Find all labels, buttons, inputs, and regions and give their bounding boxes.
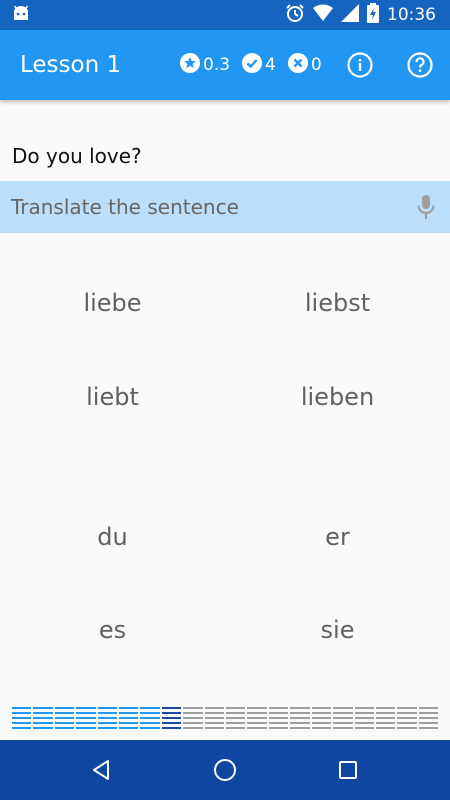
- correct-stat: 4: [242, 52, 276, 78]
- progress-segment: [97, 707, 118, 729]
- page-title: Lesson 1: [20, 52, 122, 78]
- progress-segment: [311, 707, 332, 729]
- alarm-icon: [285, 3, 305, 28]
- answer-bar: [0, 181, 450, 233]
- progress-segment: [33, 707, 53, 729]
- microphone-icon[interactable]: [416, 194, 436, 220]
- progress-segment: [354, 707, 374, 729]
- system-nav-bar: [0, 740, 450, 800]
- progress-segment: [183, 707, 203, 729]
- status-time: 10:36: [387, 5, 436, 25]
- progress-segment: [204, 707, 225, 729]
- word-choice[interactable]: du: [0, 521, 225, 553]
- answer-input[interactable]: [11, 195, 391, 219]
- progress-segment: [418, 707, 439, 729]
- progress-segment: [375, 707, 396, 729]
- home-icon[interactable]: [205, 750, 245, 790]
- lesson-progress: [12, 707, 439, 731]
- progress-segment: [247, 707, 267, 729]
- lesson-stats: 0.3 4 0: [180, 30, 334, 100]
- recents-icon[interactable]: [328, 750, 368, 790]
- progress-segment: [54, 707, 75, 729]
- progress-segment: [290, 707, 310, 729]
- word-choice[interactable]: lieben: [225, 381, 450, 413]
- wrong-count: 0: [310, 55, 322, 75]
- help-icon[interactable]: [407, 52, 433, 78]
- wrong-stat: 0: [287, 52, 322, 78]
- progress-segment: [226, 707, 246, 729]
- word-choice[interactable]: liebt: [0, 381, 225, 413]
- word-choice[interactable]: liebst: [225, 287, 450, 319]
- word-choice[interactable]: sie: [225, 614, 450, 646]
- progress-segment: [161, 707, 182, 729]
- progress-segment: [12, 707, 32, 729]
- question-text: Do you love?: [12, 144, 142, 168]
- star-icon: [180, 52, 203, 78]
- check-circle-icon: [242, 52, 265, 78]
- app-bar: Lesson 1 0.3 4 0: [0, 30, 450, 100]
- cross-circle-icon: [287, 52, 311, 78]
- progress-segment: [119, 707, 139, 729]
- word-choice[interactable]: er: [225, 521, 450, 553]
- signal-icon: [341, 3, 359, 27]
- word-choice[interactable]: liebe: [0, 287, 225, 319]
- progress-segment: [268, 707, 289, 729]
- wifi-icon: [313, 4, 333, 27]
- word-choice[interactable]: es: [0, 614, 225, 646]
- correct-count: 4: [265, 55, 276, 75]
- progress-segment: [76, 707, 96, 729]
- score-stat: 0.3: [180, 52, 231, 78]
- score-value: 0.3: [203, 55, 231, 75]
- progress-segment: [140, 707, 160, 729]
- info-icon[interactable]: [347, 52, 373, 78]
- progress-segment: [333, 707, 353, 729]
- status-icons: 10:36: [285, 2, 436, 28]
- back-icon[interactable]: [82, 750, 122, 790]
- status-bar: 10:36: [0, 0, 450, 30]
- progress-segment: [397, 707, 417, 729]
- android-icon: [12, 5, 30, 26]
- battery-charging-icon: [367, 2, 379, 28]
